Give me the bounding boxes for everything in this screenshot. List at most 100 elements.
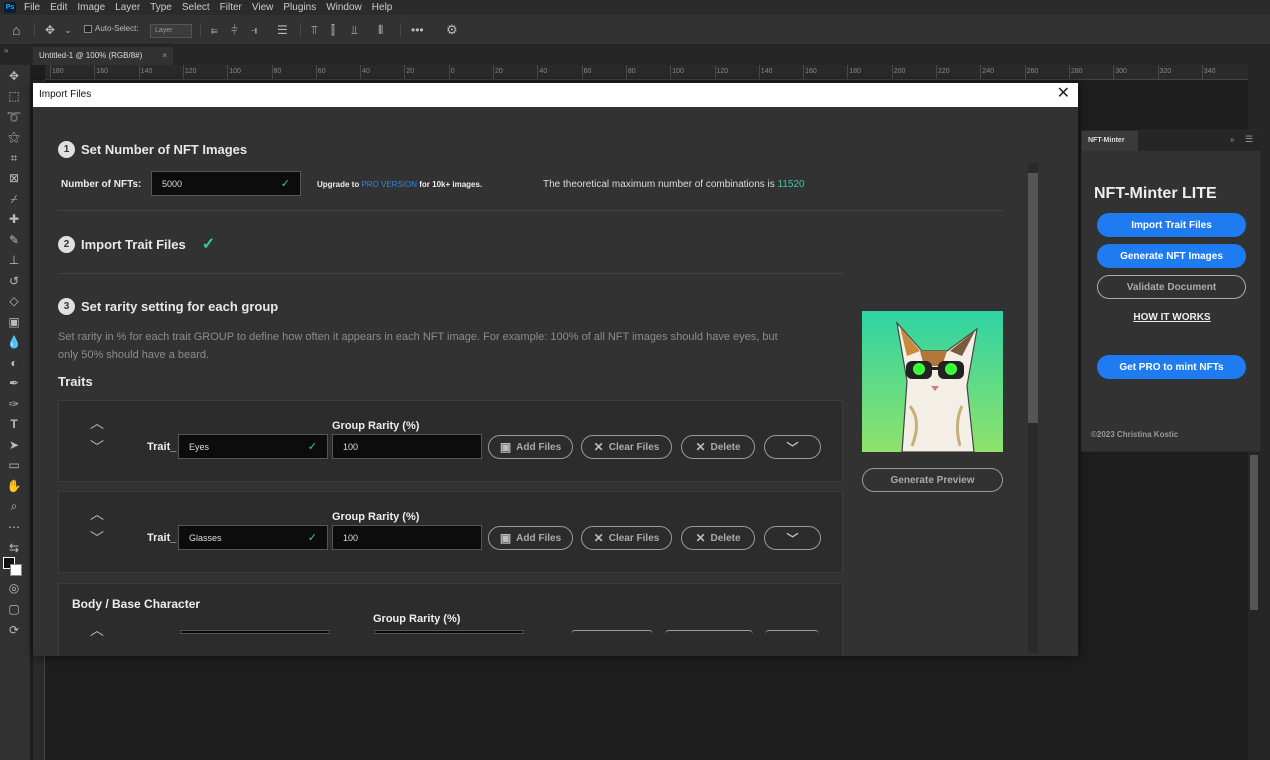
rectangle-tool-icon[interactable]: ▭ (6, 458, 22, 472)
generate-nft-images-button[interactable]: Generate NFT Images (1097, 244, 1246, 268)
trait-name-input[interactable] (180, 630, 330, 634)
menu-view[interactable]: View (252, 2, 274, 13)
checkbox-box[interactable] (84, 24, 92, 33)
gear-icon[interactable]: ⚙ (446, 23, 458, 37)
nft-count-input[interactable]: 5000 ✓ (151, 171, 301, 196)
distribute-icon[interactable]: ☰ (277, 23, 288, 37)
align-right-icon[interactable]: ⫣ (251, 23, 258, 37)
healing-brush-icon[interactable]: ✚ (6, 212, 22, 226)
menu-image[interactable]: Image (77, 2, 105, 13)
menu-help[interactable]: Help (372, 2, 393, 13)
eraser-tool-icon[interactable]: ◇ (6, 294, 22, 308)
quick-mask-icon[interactable]: ◎ (6, 581, 22, 595)
gradient-tool-icon[interactable]: ▣ (6, 315, 22, 329)
ruler-tick (758, 65, 760, 79)
menu-edit[interactable]: Edit (50, 2, 67, 13)
move-tool-icon[interactable]: ✥ (6, 69, 22, 83)
trait-name-input[interactable]: Glasses ✓ (178, 525, 328, 550)
menu-file[interactable]: File (24, 2, 40, 13)
menu-type[interactable]: Type (150, 2, 172, 13)
add-files-button[interactable]: ▣ Add Files (488, 435, 573, 459)
menu-layer[interactable]: Layer (115, 2, 140, 13)
clear-files-button[interactable] (665, 630, 753, 634)
more-tools-icon[interactable]: ⋯ (6, 520, 22, 534)
collapse-panels-icon[interactable]: » (4, 46, 8, 55)
align-top-icon[interactable]: ⫪ (311, 23, 318, 37)
expand-button[interactable]: ﹀ (764, 526, 821, 550)
swap-colors-icon[interactable]: ⇆ (6, 541, 22, 555)
hand-tool-icon[interactable]: ✋ (6, 479, 22, 493)
align-middle-icon[interactable]: ⫿ (331, 23, 335, 37)
dodge-tool-icon[interactable]: ◐ (6, 356, 22, 370)
clear-files-button[interactable]: ✕ Clear Files (581, 526, 672, 550)
menu-plugins[interactable]: Plugins (283, 2, 316, 13)
home-icon[interactable]: ⌂ (12, 23, 20, 37)
magic-wand-icon[interactable]: ⚝ (6, 130, 22, 144)
menu-filter[interactable]: Filter (220, 2, 242, 13)
eyedropper-icon[interactable]: ⌿ (6, 192, 22, 206)
lasso-tool-icon[interactable]: ➰ (6, 110, 22, 124)
delete-button[interactable]: ✕ Delete (681, 435, 755, 459)
move-tool-icon[interactable]: ✥ (45, 23, 55, 37)
panel-menu-icon[interactable]: ☰ (1245, 134, 1253, 145)
expand-button[interactable]: ﹀ (764, 435, 821, 459)
scrollbar-thumb[interactable] (1028, 173, 1038, 423)
document-tab[interactable]: Untitled-1 @ 100% (RGB/8#) × (33, 47, 173, 65)
trait-name-input[interactable]: Eyes ✓ (178, 434, 328, 459)
validate-document-button[interactable]: Validate Document (1097, 275, 1246, 299)
group-rarity-input[interactable]: 100 (332, 525, 482, 550)
move-up-icon[interactable]: ︿ (88, 620, 106, 640)
add-files-button[interactable] (571, 630, 653, 634)
dialog-title: Import Files (39, 89, 92, 100)
screen-mode-icon[interactable]: ▢ (6, 602, 22, 616)
menu-window[interactable]: Window (326, 2, 362, 13)
collapse-panel-icon[interactable]: » (1230, 135, 1234, 144)
path-selection-icon[interactable]: ➤ (6, 438, 22, 452)
panel-tab[interactable]: NFT-Minter (1082, 131, 1138, 151)
type-tool-icon[interactable]: T (6, 417, 22, 431)
align-bottom-icon[interactable]: ⫫ (351, 23, 358, 37)
delete-button[interactable] (765, 630, 819, 634)
chevron-down-icon[interactable]: ⌄ (64, 23, 72, 37)
delete-label: Delete (710, 441, 741, 453)
close-icon[interactable]: ✕ (1057, 86, 1070, 102)
background-color-swatch[interactable] (10, 564, 22, 576)
marquee-tool-icon[interactable]: ⬚ (6, 89, 22, 103)
group-rarity-input[interactable]: 100 (332, 434, 482, 459)
how-it-works-link[interactable]: HOW IT WORKS (1082, 312, 1262, 323)
history-brush-icon[interactable]: ↺ (6, 274, 22, 288)
dialog-scrollbar[interactable] (1028, 163, 1038, 653)
distribute-vertical-icon[interactable]: ⦀ (378, 23, 383, 37)
trait-card: Body / Base Character ︿ Group Rarity (%) (58, 583, 843, 656)
generate-preview-button[interactable]: Generate Preview (862, 468, 1003, 492)
zoom-tool-icon[interactable]: ⌕ (6, 499, 22, 513)
menu-select[interactable]: Select (182, 2, 210, 13)
get-pro-button[interactable]: Get PRO to mint NFTs (1097, 355, 1246, 379)
stamp-tool-icon[interactable]: ⊥ (6, 253, 22, 267)
pen-tool-icon[interactable]: ✑ (6, 397, 22, 411)
brush-tool-icon[interactable]: ✎ (6, 233, 22, 247)
add-files-button[interactable]: ▣ Add Files (488, 526, 573, 550)
panel-scrollbar[interactable] (1250, 455, 1258, 610)
pro-version-link[interactable]: PRO VERSION (361, 180, 417, 189)
blur-tool-icon[interactable]: 💧 (6, 335, 22, 349)
move-down-icon[interactable]: ﹀ (88, 437, 106, 457)
auto-select-checkbox[interactable]: Auto-Select: (84, 24, 139, 33)
more-options-icon[interactable]: ••• (411, 23, 424, 37)
import-trait-files-button[interactable]: Import Trait Files (1097, 213, 1246, 237)
align-center-icon[interactable]: ⫩ (231, 23, 238, 37)
close-tab-icon[interactable]: × (162, 51, 167, 61)
pen-tool-icon[interactable]: ✒ (6, 376, 22, 390)
layer-select[interactable]: Layer (150, 24, 192, 38)
clear-files-button[interactable]: ✕ Clear Files (581, 435, 672, 459)
group-rarity-input[interactable] (374, 630, 524, 634)
crop-tool-icon[interactable]: ⌗ (6, 151, 22, 165)
generative-icon[interactable]: ⟳ (6, 623, 22, 637)
delete-button[interactable]: ✕ Delete (681, 526, 755, 550)
frame-tool-icon[interactable]: ⊠ (6, 171, 22, 185)
move-down-icon[interactable]: ﹀ (88, 528, 106, 548)
ruler-tick (980, 65, 982, 79)
align-left-icon[interactable]: ⫢ (211, 23, 218, 37)
move-up-icon[interactable]: ︿ (88, 504, 106, 524)
move-up-icon[interactable]: ︿ (88, 413, 106, 433)
